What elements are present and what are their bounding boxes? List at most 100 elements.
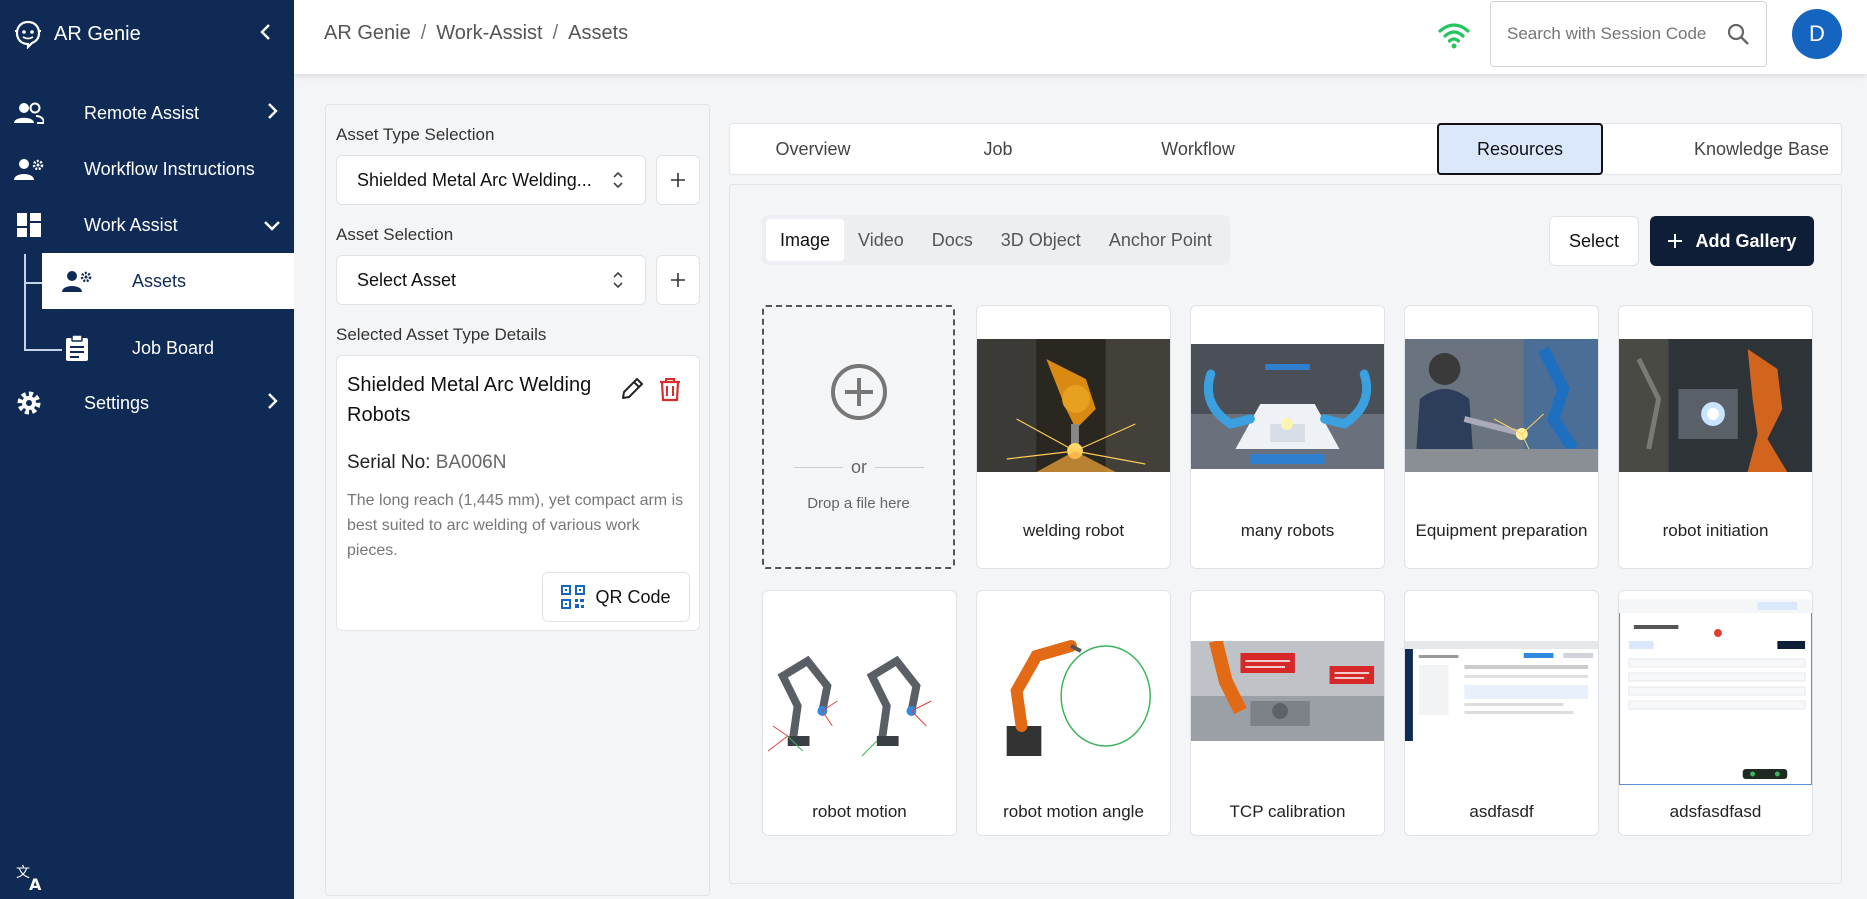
sidebar-item-workflow-instructions[interactable]: Workflow Instructions (0, 141, 294, 197)
unfold-icon (613, 271, 623, 289)
qr-code-label: QR Code (595, 586, 671, 607)
collapse-sidebar-icon[interactable] (250, 21, 280, 47)
asset-selection-label: Asset Selection (336, 225, 454, 244)
or-divider: or (794, 457, 925, 478)
avatar[interactable]: D (1792, 9, 1842, 59)
add-asset-type-button[interactable] (656, 155, 700, 205)
sidebar-item-label: Workflow Instructions (84, 158, 255, 179)
add-gallery-button[interactable]: Add Gallery (1650, 216, 1814, 266)
brand: AR Genie (0, 0, 294, 68)
subtab-video[interactable]: Video (844, 219, 918, 261)
breadcrumb-item: Assets (568, 22, 629, 44)
gallery-card-label: asdfasdf (1469, 802, 1534, 821)
gallery-card-label: adsfasdfasd (1669, 802, 1762, 821)
resource-type-tabs: Image Video Docs 3D Object Anchor Point (762, 215, 1230, 265)
asset-type-value: Shielded Metal Arc Welding... (357, 169, 592, 190)
subtab-image[interactable]: Image (766, 219, 845, 261)
plus-icon (1668, 234, 1683, 248)
gear-icon (14, 388, 44, 418)
qr-code-button[interactable]: QR Code (542, 572, 690, 622)
serial-value: BA006N (435, 452, 507, 473)
user-gear-icon (14, 154, 44, 184)
serial-label: Serial No: (347, 452, 431, 473)
brand-name: AR Genie (54, 22, 141, 45)
session-search (1490, 1, 1767, 67)
people-icon (14, 98, 44, 128)
asset-type-title: Shielded Metal Arc Welding Robots (347, 374, 592, 426)
sidebar-item-settings[interactable]: Settings (0, 375, 294, 431)
tree-connector (24, 282, 42, 284)
asset-panel: Asset Type Selection Shielded Metal Arc … (325, 104, 710, 896)
sidebar-item-remote-assist[interactable]: Remote Assist (0, 85, 294, 141)
chevron-right-icon (250, 392, 294, 415)
gallery-card[interactable]: adsfasdfasd (1618, 590, 1813, 836)
sidebar-item-assets[interactable]: Assets (42, 253, 294, 309)
tab-overview[interactable]: Overview (730, 124, 896, 174)
gallery-card-label: many robots (1240, 521, 1335, 540)
plus-icon (671, 173, 685, 187)
edit-icon[interactable] (619, 376, 645, 402)
breadcrumb: AR Genie / Work-Assist / Assets (324, 22, 629, 45)
asset-select[interactable]: Select Asset (336, 255, 646, 305)
gallery-image (763, 631, 956, 761)
translate-icon[interactable]: 文 A (16, 863, 46, 891)
unfold-icon (613, 171, 623, 189)
breadcrumb-item[interactable]: AR Genie (324, 22, 411, 45)
gallery-card[interactable]: Equipment preparation (1404, 305, 1599, 569)
tab-knowledge-base[interactable]: Knowledge Base (1680, 124, 1843, 174)
delete-icon[interactable] (657, 376, 683, 402)
tab-resources[interactable]: Resources (1437, 123, 1603, 175)
gallery-card[interactable]: TCP calibration (1190, 590, 1385, 836)
asset-type-label: Asset Type Selection (336, 125, 495, 144)
tab-workflow[interactable]: Workflow (1130, 124, 1266, 174)
gallery-card[interactable]: robot motion (762, 590, 957, 836)
resources-panel: Image Video Docs 3D Object Anchor Point … (729, 184, 1842, 884)
file-dropzone[interactable]: or Drop a file here (762, 305, 955, 569)
gallery-image (977, 631, 1170, 761)
qr-code-icon (561, 585, 586, 609)
asset-type-details-card: Shielded Metal Arc Welding Robots Serial… (336, 355, 700, 631)
details-label: Selected Asset Type Details (336, 325, 547, 344)
tab-job[interactable]: Job (930, 124, 1066, 174)
wifi-icon (1438, 23, 1470, 49)
asset-value: Select Asset (357, 269, 457, 290)
gallery-card[interactable]: robot initiation (1618, 305, 1813, 569)
asset-description: The long reach (1,445 mm), yet compact a… (347, 492, 684, 559)
clipboard-icon (62, 333, 92, 363)
add-circle-icon (831, 364, 887, 420)
sidebar: AR Genie Remote Assist Workflow Instruct… (0, 0, 294, 899)
subtab-anchor-point[interactable]: Anchor Point (1095, 219, 1226, 261)
gallery-card[interactable]: many robots (1190, 305, 1385, 569)
select-button[interactable]: Select (1549, 216, 1639, 266)
gallery-card[interactable]: welding robot (976, 305, 1171, 569)
sidebar-item-label: Remote Assist (84, 102, 200, 123)
add-gallery-label: Add Gallery (1695, 230, 1797, 251)
add-asset-button[interactable] (656, 255, 700, 305)
gallery-card-label: robot motion angle (1003, 802, 1144, 821)
sidebar-item-work-assist[interactable]: Work Assist (0, 197, 294, 253)
gallery-image (977, 339, 1170, 472)
gallery-card-label: Equipment preparation (1415, 521, 1588, 540)
search-icon[interactable] (1726, 22, 1750, 46)
asset-tabs: Overview Job Workflow Resources Knowledg… (729, 123, 1842, 175)
asset-type-select[interactable]: Shielded Metal Arc Welding... (336, 155, 646, 205)
top-header: AR Genie / Work-Assist / Assets D (294, 0, 1867, 74)
subtab-3d-object[interactable]: 3D Object (987, 219, 1095, 261)
gallery-card-label: TCP calibration (1229, 802, 1346, 821)
search-input[interactable] (1507, 24, 1726, 44)
user-gear-icon (62, 266, 92, 296)
gallery-card[interactable]: asdfasdf (1404, 590, 1599, 836)
breadcrumb-item[interactable]: Work-Assist (436, 22, 542, 45)
gallery-card[interactable]: robot motion angle (976, 590, 1171, 836)
dropzone-text: Drop a file here (807, 495, 910, 512)
gallery-image (1619, 339, 1812, 472)
gallery-card-label: robot motion (812, 802, 907, 821)
gallery-card-label: welding robot (1022, 521, 1125, 540)
subtab-docs[interactable]: Docs (918, 219, 987, 261)
chevron-down-icon (250, 215, 294, 236)
gallery-image (1191, 641, 1384, 741)
dashboard-icon (14, 210, 44, 240)
chevron-right-icon (250, 102, 294, 125)
gallery-image (1405, 641, 1598, 741)
sidebar-item-job-board[interactable]: Job Board (0, 320, 294, 376)
